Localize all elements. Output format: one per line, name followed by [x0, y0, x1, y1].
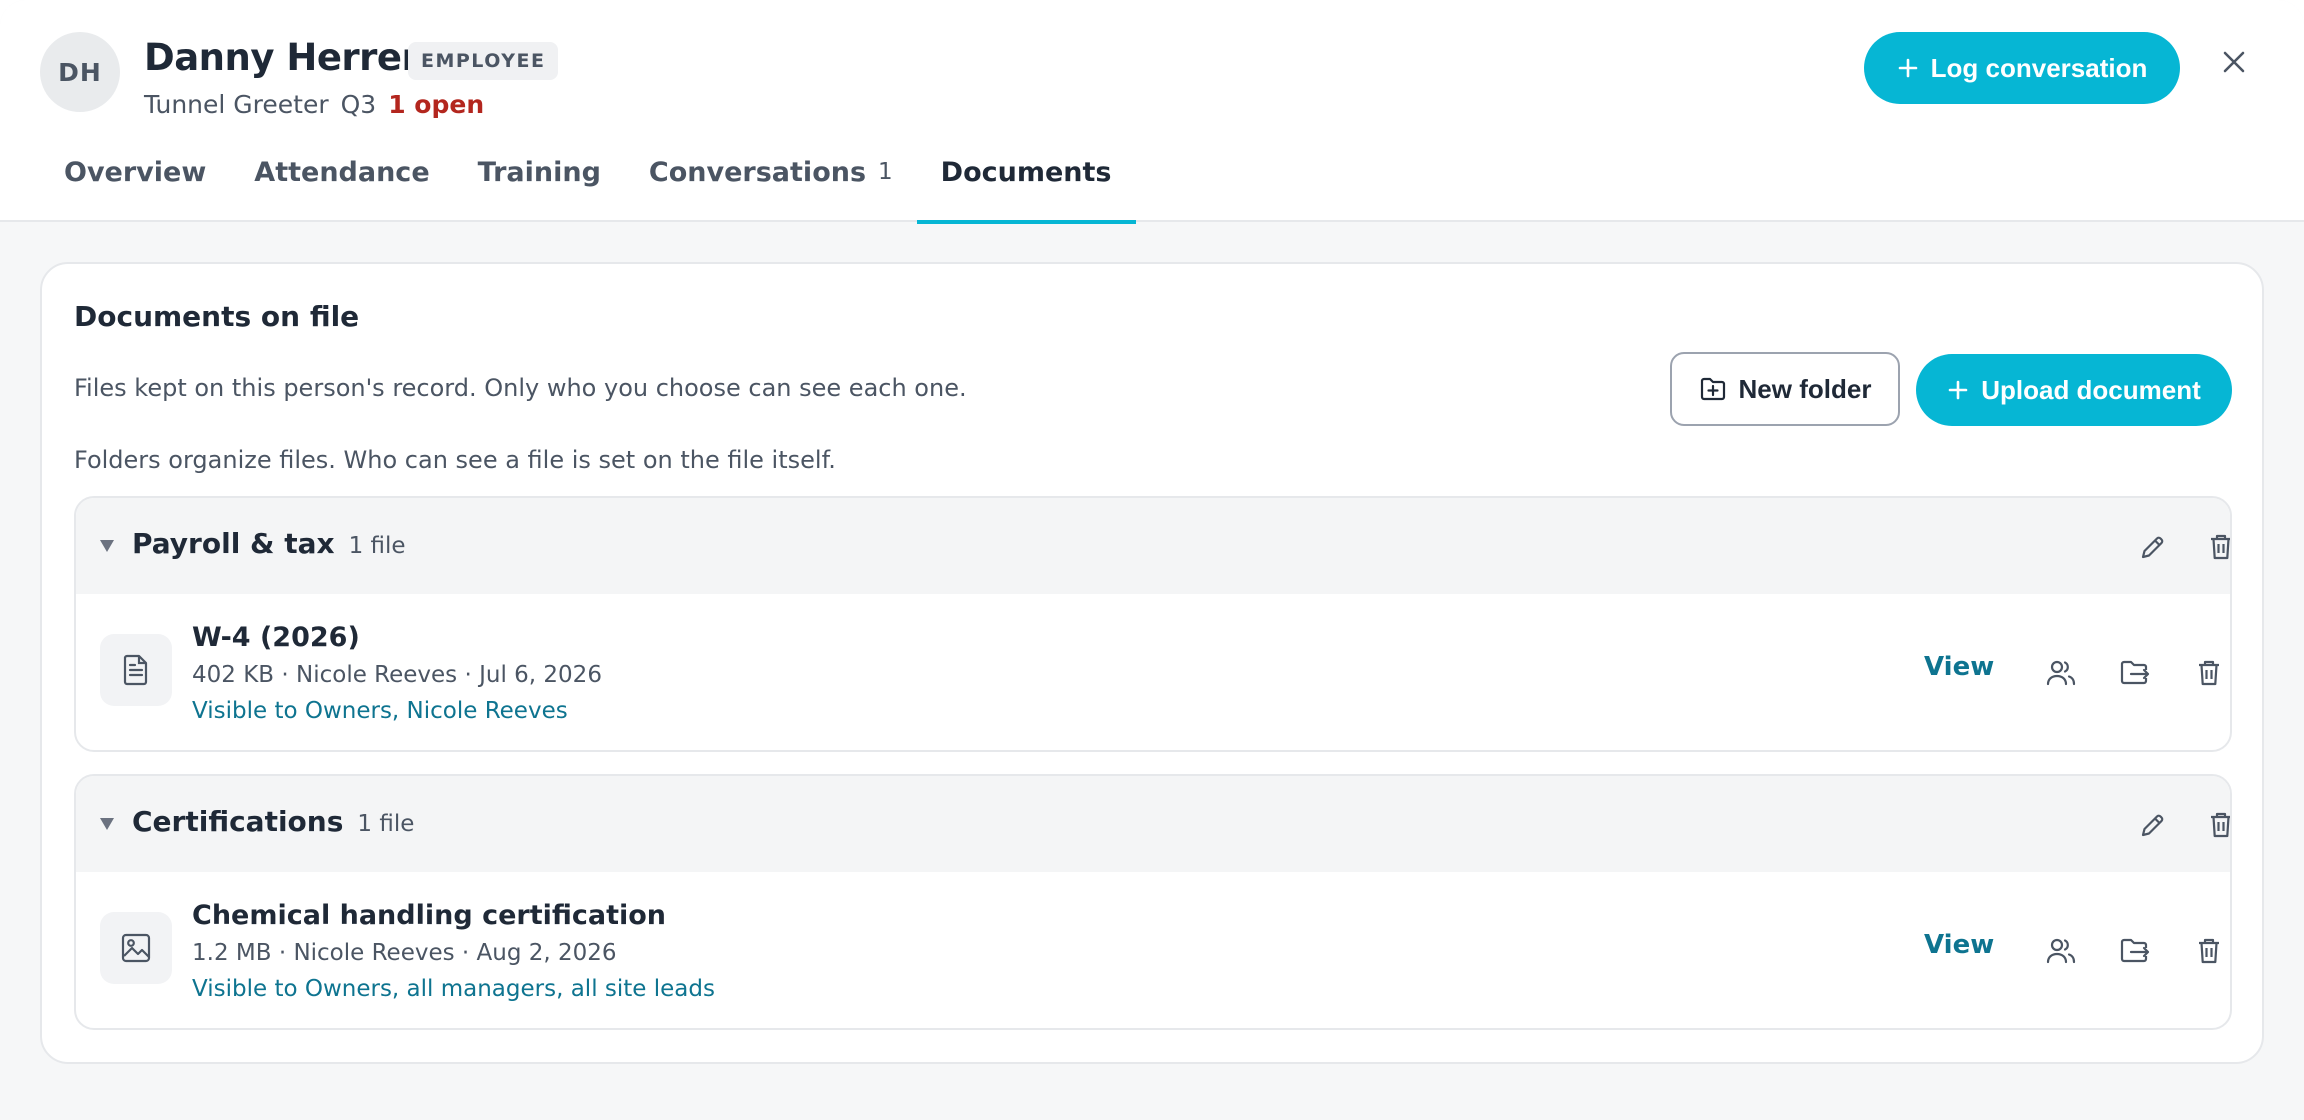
- pencil-icon: [2141, 536, 2164, 559]
- manage-access-button[interactable]: [2044, 656, 2078, 690]
- folder-payroll-tax: Payroll & tax 1 file W-4 (2026) 402 KB · …: [74, 496, 2232, 752]
- upload-document-button[interactable]: Upload document: [1916, 354, 2232, 426]
- employee-quarter: Q3: [340, 90, 377, 119]
- caret-down-icon[interactable]: [100, 818, 114, 830]
- file-row: Chemical handling certification 1.2 MB ·…: [76, 872, 2230, 1028]
- file-meta: 402 KB · Nicole Reeves · Jul 6, 2026: [192, 662, 602, 688]
- trash-icon: [2211, 534, 2230, 560]
- document-icon: [100, 634, 172, 706]
- image-icon: [100, 912, 172, 984]
- tab-label: Attendance: [254, 157, 430, 188]
- folder-plus-icon: [1699, 376, 1727, 402]
- tab-attendance[interactable]: Attendance: [230, 148, 453, 222]
- folder-move-icon: [2120, 938, 2150, 963]
- card-title: Documents on file: [74, 300, 360, 333]
- file-name: Chemical handling certification: [192, 900, 667, 931]
- users-icon: [2046, 660, 2076, 686]
- plus-icon: [1947, 379, 1969, 401]
- close-button[interactable]: [2214, 42, 2254, 82]
- delete-file-button[interactable]: [2192, 656, 2226, 690]
- folder-header[interactable]: Payroll & tax 1 file: [76, 498, 2230, 594]
- role-badge: EMPLOYEE: [408, 42, 559, 80]
- employee-title: Tunnel Greeter: [144, 90, 329, 119]
- view-file-link[interactable]: View: [1924, 652, 1994, 682]
- delete-folder-button[interactable]: [2204, 530, 2230, 564]
- tab-label: Overview: [64, 157, 207, 188]
- delete-file-button[interactable]: [2192, 934, 2226, 968]
- manage-access-button[interactable]: [2044, 934, 2078, 968]
- upload-document-label: Upload document: [1981, 374, 2201, 405]
- view-file-link[interactable]: View: [1924, 930, 1994, 960]
- trash-icon: [2199, 938, 2219, 964]
- tab-conversations[interactable]: Conversations 1: [625, 148, 917, 222]
- tab-label: Training: [477, 157, 601, 188]
- trash-icon: [2211, 812, 2230, 838]
- move-file-button[interactable]: [2118, 656, 2152, 690]
- tab-bar: Overview Attendance Training Conversatio…: [40, 148, 1136, 224]
- file-meta: 1.2 MB · Nicole Reeves · Aug 2, 2026: [192, 940, 617, 966]
- tab-training[interactable]: Training: [454, 148, 625, 222]
- employee-detail-panel: DH Danny Herrera EMPLOYEE Tunnel Greeter…: [0, 0, 2304, 1120]
- tab-label: Conversations: [648, 157, 867, 188]
- folder-file-count: 1 file: [348, 533, 406, 559]
- edit-folder-button[interactable]: [2136, 530, 2170, 564]
- edit-folder-button[interactable]: [2136, 808, 2170, 842]
- employee-header: DH Danny Herrera EMPLOYEE Tunnel Greeter…: [0, 0, 2304, 224]
- folder-certifications: Certifications 1 file Chemical handling c…: [74, 774, 2232, 1030]
- folder-header[interactable]: Certifications 1 file: [76, 776, 2230, 872]
- employee-name: Danny Herrera: [144, 36, 444, 79]
- tab-overview[interactable]: Overview: [40, 148, 230, 222]
- users-icon: [2046, 938, 2076, 964]
- move-file-button[interactable]: [2118, 934, 2152, 968]
- avatar: DH: [40, 32, 120, 112]
- folder-note: Folders organize files. Who can see a fi…: [74, 446, 836, 474]
- folder-file-count: 1 file: [357, 811, 415, 837]
- new-folder-label: New folder: [1738, 373, 1872, 404]
- folder-name: Payroll & tax 1 file: [132, 527, 406, 560]
- log-conversation-label: Log conversation: [1930, 52, 2148, 83]
- file-visibility: Visible to Owners, all managers, all sit…: [192, 976, 715, 1002]
- folder-title: Payroll & tax: [132, 527, 335, 560]
- tab-label: Documents: [940, 157, 1112, 188]
- delete-folder-button[interactable]: [2204, 808, 2230, 842]
- tab-documents[interactable]: Documents: [916, 148, 1136, 224]
- file-name: W-4 (2026): [192, 622, 360, 653]
- folder-title: Certifications: [132, 805, 344, 838]
- log-conversation-button[interactable]: Log conversation: [1864, 32, 2180, 104]
- caret-down-icon[interactable]: [100, 540, 114, 552]
- open-items-badge[interactable]: 1 open: [388, 90, 484, 119]
- card-description: Files kept on this person's record. Only…: [74, 374, 967, 402]
- plus-icon: [1897, 57, 1919, 79]
- tab-count: 1: [878, 159, 893, 185]
- file-row: W-4 (2026) 402 KB · Nicole Reeves · Jul …: [76, 594, 2230, 750]
- pencil-icon: [2141, 814, 2164, 837]
- close-icon: [2220, 48, 2248, 76]
- file-visibility: Visible to Owners, Nicole Reeves: [192, 698, 568, 724]
- new-folder-button[interactable]: New folder: [1670, 352, 1900, 426]
- documents-card: Documents on file Files kept on this per…: [40, 262, 2264, 1064]
- folder-move-icon: [2120, 660, 2150, 685]
- trash-icon: [2199, 660, 2219, 686]
- employee-subline: Tunnel Greeter Q3 1 open: [144, 90, 484, 119]
- folder-name: Certifications 1 file: [132, 805, 414, 838]
